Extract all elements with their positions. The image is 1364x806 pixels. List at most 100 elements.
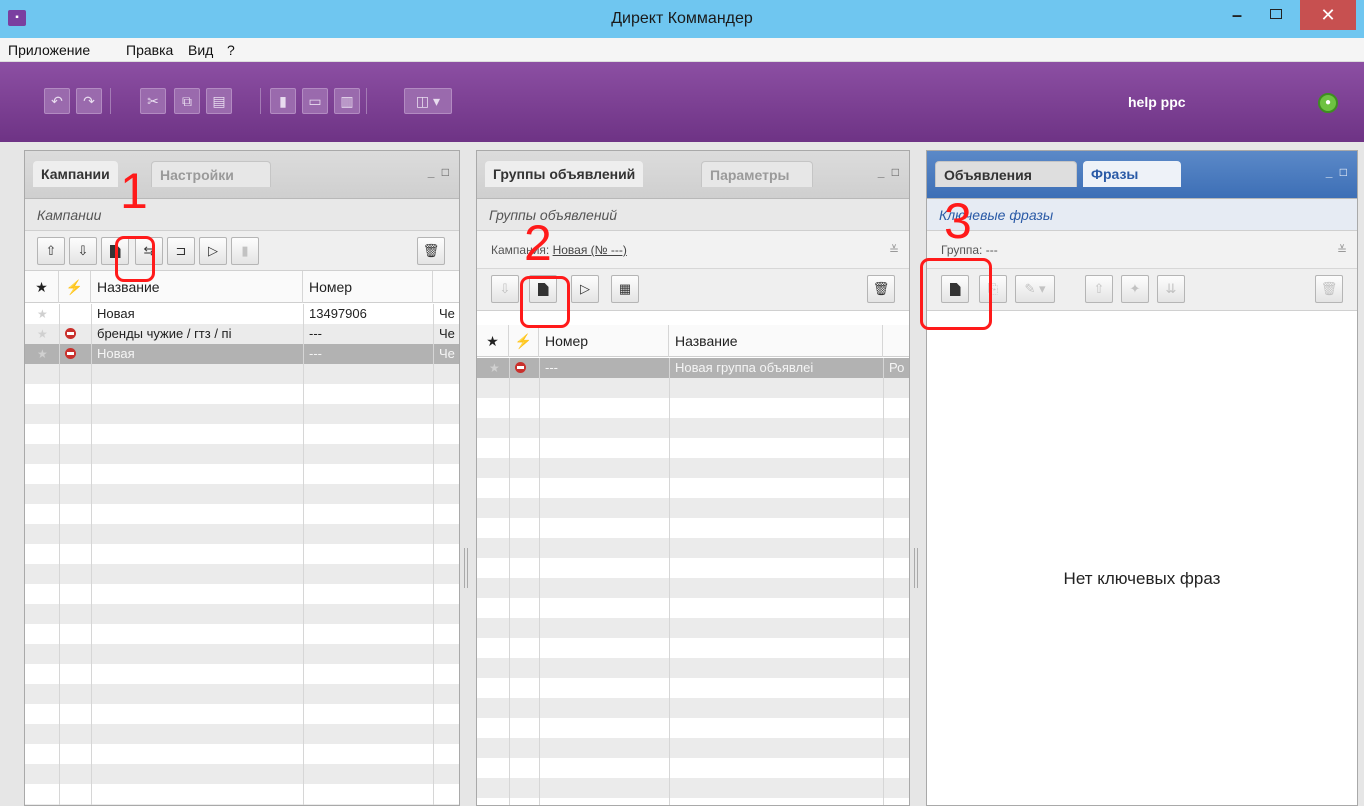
tab-settings[interactable]: Настройки <box>151 161 271 187</box>
cut-icon[interactable]: ✂ <box>140 88 166 114</box>
groups-table-body: ★ --- Новая группа объявлеі Ро <box>477 358 909 805</box>
group-number: --- <box>545 360 558 375</box>
stats-icon[interactable]: ▮ <box>231 237 259 265</box>
empty-row <box>477 538 909 558</box>
column-divider <box>303 304 304 805</box>
copy-icon[interactable]: ⧉ <box>174 88 200 114</box>
star-icon[interactable]: ★ <box>31 304 48 324</box>
column-favorite[interactable]: ★ <box>25 271 59 303</box>
campaign-name: Новая <box>97 306 135 321</box>
merge-icon[interactable]: ⇊ <box>1157 275 1185 303</box>
tab-ad-groups[interactable]: Группы объявлений <box>485 161 644 187</box>
empty-row <box>477 418 909 438</box>
campaign-extra: Че <box>439 326 455 341</box>
menu-edit[interactable]: Правка <box>126 42 173 58</box>
stop-status-icon <box>59 324 76 344</box>
tab-parameters[interactable]: Параметры <box>701 161 813 187</box>
campaigns-panel: Кампании Настройки _ □ Кампании ⇧ ⇩ ⇆ ⊐ … <box>24 150 460 806</box>
stop-status-icon <box>509 358 526 378</box>
empty-phrases-message: Нет ключевых фраз <box>1063 569 1221 588</box>
empty-row <box>477 638 909 658</box>
column-name[interactable]: Название <box>669 325 883 357</box>
undo-icon[interactable]: ↶ <box>44 88 70 114</box>
context-group-value: --- <box>985 243 998 257</box>
export-icon[interactable]: ▷ <box>199 237 227 265</box>
panel-window-controls[interactable]: _ □ <box>878 165 901 179</box>
annotation-number: 2 <box>524 215 552 271</box>
collapse-icon[interactable]: ≚ <box>889 231 899 269</box>
window-title: Директ Коммандер <box>611 10 753 27</box>
delete-icon[interactable]: 🗑 <box>1315 275 1343 303</box>
import-icon[interactable]: ⊐ <box>167 237 195 265</box>
group-name: Новая группа объявлеі <box>675 360 814 375</box>
stop-status-icon <box>59 344 76 364</box>
connection-status-icon[interactable]: ● <box>1318 93 1338 113</box>
column-number[interactable]: Номер <box>303 271 433 303</box>
annotation-number: 1 <box>120 163 148 219</box>
column-status[interactable]: ⚡ <box>509 325 539 357</box>
column-divider <box>539 358 540 805</box>
download-icon[interactable]: ⇩ <box>491 275 519 303</box>
toolbar-separator <box>110 88 111 114</box>
group-extra: Ро <box>889 360 905 375</box>
close-button[interactable]: ✕ <box>1300 0 1356 30</box>
main-toolbar: ↶ ↷ ✂ ⧉ ▤ ▮ ▭ ▥ ◫ ▾ help ppc ● <box>0 62 1364 142</box>
annotation-box <box>115 236 155 282</box>
table-row-selected[interactable]: ★ --- Новая группа объявлеі Ро <box>477 358 909 378</box>
paste-icon[interactable]: ▤ <box>206 88 232 114</box>
redo-icon[interactable]: ↷ <box>76 88 102 114</box>
panel-window-controls[interactable]: _ □ <box>1326 165 1349 179</box>
empty-row <box>477 618 909 638</box>
empty-row <box>477 438 909 458</box>
maximize-button[interactable] <box>1254 0 1296 30</box>
empty-row <box>477 458 909 478</box>
star-icon[interactable]: ★ <box>31 324 48 344</box>
delete-icon[interactable]: 🗑 <box>417 237 445 265</box>
grid-icon[interactable]: ▦ <box>611 275 639 303</box>
campaigns-subtitle: Кампании <box>25 199 459 231</box>
banner-icon[interactable]: ▭ <box>302 88 328 114</box>
campaign-number: --- <box>309 346 322 361</box>
panel-window-controls[interactable]: _ □ <box>428 165 451 179</box>
context-campaign-link[interactable]: Новая (№ ---) <box>553 243 627 257</box>
empty-row <box>477 678 909 698</box>
upload-icon[interactable]: ⇧ <box>37 237 65 265</box>
star-icon[interactable]: ★ <box>483 358 500 378</box>
empty-row <box>477 578 909 598</box>
download-icon[interactable]: ⇩ <box>69 237 97 265</box>
minimize-button[interactable]: – <box>1222 0 1252 30</box>
chart-icon[interactable]: ▮ <box>270 88 296 114</box>
campaign-extra: Че <box>439 306 455 321</box>
column-number[interactable]: Номер <box>539 325 669 357</box>
column-status[interactable]: ⚡ <box>59 271 91 303</box>
star-icon[interactable]: ★ <box>31 344 48 364</box>
column-divider <box>91 304 92 805</box>
delete-icon[interactable]: 🗑 <box>867 275 895 303</box>
bid-up-icon[interactable]: ⇧ <box>1085 275 1113 303</box>
menu-view[interactable]: Вид <box>188 42 213 58</box>
collapse-icon[interactable]: ≚ <box>1337 231 1347 269</box>
tab-phrases[interactable]: Фразы <box>1083 161 1181 187</box>
empty-row <box>477 598 909 618</box>
column-divider <box>433 304 434 805</box>
export-icon[interactable]: ▷ <box>571 275 599 303</box>
empty-row <box>477 798 909 805</box>
edit-icon[interactable]: ✎ ▾ <box>1015 275 1055 303</box>
column-favorite[interactable]: ★ <box>477 325 509 357</box>
tab-campaigns[interactable]: Кампании <box>33 161 118 187</box>
campaign-number: 13497906 <box>309 306 367 321</box>
menu-help[interactable]: ? <box>227 42 235 58</box>
magic-icon[interactable]: ✦ <box>1121 275 1149 303</box>
empty-row <box>477 498 909 518</box>
panel-splitter[interactable] <box>464 548 468 588</box>
column-divider <box>669 358 670 805</box>
table-icon[interactable]: ▥ <box>334 88 360 114</box>
annotation-box <box>920 258 992 330</box>
panel-splitter[interactable] <box>914 548 918 588</box>
menu-bar: Приложение Правка Вид ? <box>0 38 1364 62</box>
annotation-box <box>520 276 570 328</box>
layout-icon[interactable]: ◫ ▾ <box>404 88 452 114</box>
menu-application[interactable]: Приложение <box>8 42 90 58</box>
column-divider <box>59 304 60 805</box>
tab-ads[interactable]: Объявления <box>935 161 1077 187</box>
